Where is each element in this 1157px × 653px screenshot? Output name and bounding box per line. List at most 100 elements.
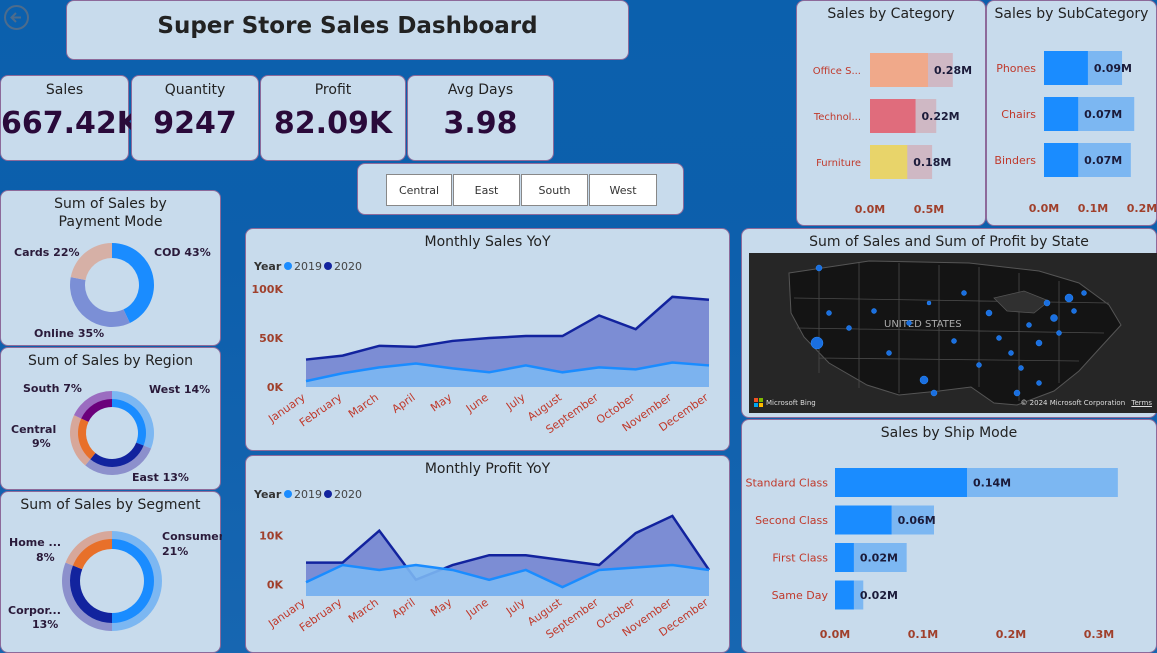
terms-link[interactable]: Terms [1131, 399, 1152, 407]
category-label: First Class [772, 552, 828, 565]
slice-label: Central [11, 423, 56, 436]
slicer-option-east[interactable]: East [453, 174, 520, 206]
kpi-sales: Sales 667.42K [0, 75, 141, 161]
bar [870, 99, 916, 133]
kpi-quantity: Quantity 9247 [131, 75, 259, 161]
payment-mode-donut: COD 43% Online 35% Cards 22% [14, 243, 211, 340]
subcategory-bar-chart: Phones 0.09M Chairs 0.07M Binders 0.07M 0.0M 0.… [994, 51, 1157, 215]
tick-label: 0.3M [1084, 628, 1114, 641]
us-map: UNITED STATES [788, 260, 1122, 406]
kpi-value: 9247 [153, 106, 237, 141]
donut-slice [112, 243, 154, 324]
category-label: Chairs [1001, 108, 1036, 121]
bing-attribution: Microsoft Bing [754, 398, 816, 407]
kpi-value: 82.09K [273, 106, 393, 141]
x-tick-label: April [390, 391, 418, 416]
bar [835, 505, 892, 535]
us-landmass [788, 260, 1122, 406]
ship-mode-card: Sales by Ship Mode Standard Class 0.14M Se… [741, 419, 1157, 653]
legend-label: 2019 [294, 488, 322, 501]
bing-label: Microsoft Bing [766, 398, 816, 407]
y-tick-label: 0K [267, 381, 284, 394]
data-label: 0.22M [922, 110, 960, 123]
segment-card: Sum of Sales by Segment Consumer 21% Corpo… [0, 491, 222, 653]
slice-label: South 7% [23, 382, 82, 395]
slicer-option-south[interactable]: South [521, 174, 588, 206]
bar [1044, 143, 1079, 177]
map-canvas[interactable]: UNITED STATES Microsoft Bing © 2024 Micr… [749, 253, 1157, 413]
category-bar-chart: Office S... 0.28M Technol... 0.22M Furniture… [813, 53, 972, 216]
legend-label: 2020 [334, 488, 362, 501]
slice-label: Corpor... [8, 604, 61, 617]
chart-title: Sum of Sales and Sum of Profit by State [809, 234, 1089, 250]
slice-label: Online 35% [34, 327, 104, 340]
x-tick-label: June [463, 596, 491, 621]
category-label: Furniture [816, 158, 861, 169]
bar [870, 53, 928, 87]
tick-label: 0.2M [996, 628, 1026, 641]
tick-label: 0.0M [1029, 202, 1059, 215]
bar [870, 145, 908, 179]
tick-label: 0.2M [1127, 202, 1157, 215]
legend-marker [284, 262, 292, 270]
data-label: 0.02M [860, 589, 898, 602]
y-tick-label: 0K [267, 579, 284, 592]
kpi-label: Profit [314, 82, 352, 98]
kpi-value: 667.42K [1, 106, 141, 141]
region-slicer: Central East South West [357, 163, 684, 215]
monthly-profit-area-chart: Year 2019 20200K10KJanuaryFebruary March Apr… [253, 488, 711, 641]
map-copyright: © 2024 Microsoft Corporation Terms [1020, 399, 1152, 407]
slice-label: 13% [32, 618, 58, 631]
data-label: 0.07M [1084, 154, 1122, 167]
kpi-label: Quantity [164, 82, 226, 98]
data-label: 0.28M [934, 64, 972, 77]
tick-label: 0.5M [914, 203, 944, 216]
x-tick-label: June [463, 391, 491, 416]
slice-label: COD 43% [154, 246, 211, 259]
microsoft-logo-icon [754, 398, 763, 407]
bar [1044, 97, 1079, 131]
category-label: Office S... [813, 66, 861, 77]
data-label: 0.07M [1084, 108, 1122, 121]
legend-title: Year [253, 488, 282, 501]
slice-label: Home ... [9, 536, 61, 549]
kpi-profit: Profit 82.09K [260, 75, 406, 161]
monthly-profit-card: Monthly Profit YoY Year 2019 2020 0K 10K Janu… [245, 455, 730, 653]
legend-label: 2019 [294, 260, 322, 273]
country-label: UNITED STATES [884, 319, 962, 330]
region-donut: West 14% East 13% Central9% South 7% [11, 382, 210, 484]
kpi-value: 3.98 [443, 106, 518, 141]
tick-label: 0.0M [855, 203, 885, 216]
slicer-option-central[interactable]: Central [386, 174, 452, 206]
sales-by-subcategory-card: Sales by SubCategory Phones 0.09M Chairs 0.… [986, 0, 1157, 226]
bar [835, 543, 854, 572]
copyright-text: © 2024 Microsoft Corporation [1020, 399, 1126, 407]
category-label: Same Day [772, 589, 829, 602]
category-label: Phones [996, 62, 1036, 75]
data-label: 0.06M [898, 514, 936, 527]
slice-label: Cards 22% [14, 246, 80, 259]
page-title: Super Store Sales Dashboard [157, 13, 538, 39]
x-tick-label: May [428, 596, 454, 620]
x-tick-label: March [346, 391, 381, 421]
y-tick-label: 100K [252, 283, 284, 296]
bar [835, 468, 967, 497]
category-label: Second Class [755, 514, 828, 527]
legend-label: 2020 [334, 260, 362, 273]
dashboard-title-card: Super Store Sales Dashboard [66, 0, 629, 60]
y-tick-label: 50K [259, 332, 283, 345]
ship-mode-bar-chart: Standard Class 0.14M Second Class 0.06M Firs… [746, 468, 1118, 641]
data-label: 0.09M [1094, 62, 1132, 75]
category-label: Binders [994, 154, 1036, 167]
monthly-sales-area-chart: Year 2019 20200K50K100KJanuaryFebruary Marc… [252, 260, 712, 436]
back-arrow-icon[interactable] [4, 5, 29, 30]
legend-marker [284, 490, 292, 498]
x-tick-label: May [428, 391, 454, 415]
tick-label: 0.1M [908, 628, 938, 641]
tick-label: 0.0M [820, 628, 850, 641]
payment-mode-card: Sum of Sales by Payment Mode COD 43% Onli… [0, 190, 221, 346]
x-tick-label: March [346, 596, 381, 626]
slicer-option-west[interactable]: West [589, 174, 657, 206]
state-map-card: Sum of Sales and Sum of Profit by State … [741, 228, 1157, 418]
kpi-label: Avg Days [447, 82, 514, 98]
